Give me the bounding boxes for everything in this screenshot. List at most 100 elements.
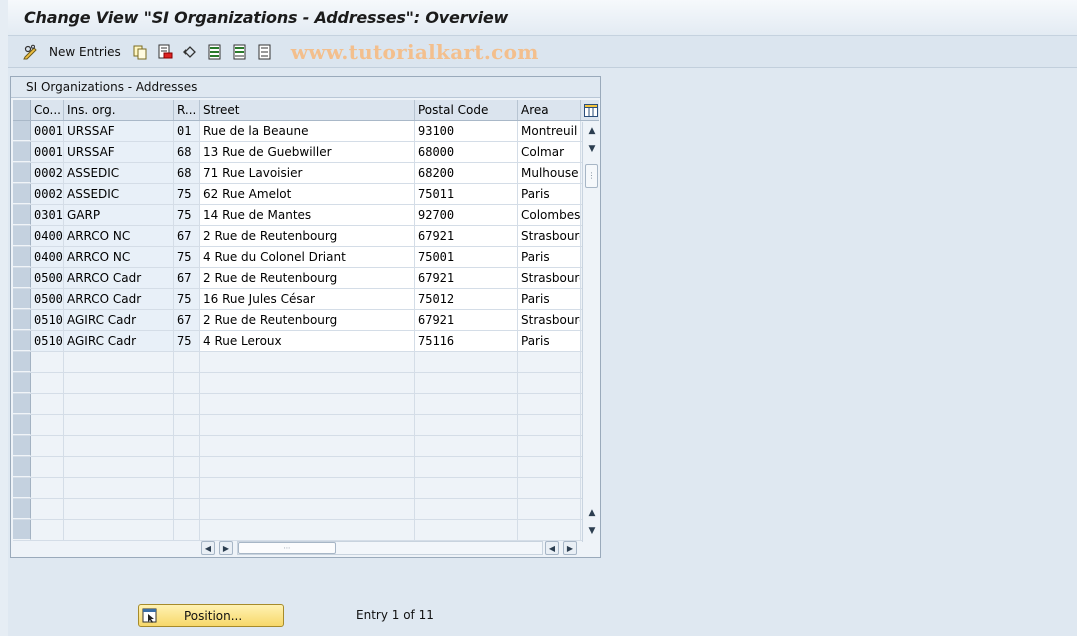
cell-area[interactable]: Paris — [518, 331, 581, 351]
cell-street[interactable]: 16 Rue Jules César — [200, 289, 415, 309]
table-row[interactable]: 0400 ARRCO NC 75 4 Rue du Colonel Driant 750… — [13, 247, 599, 268]
row-selector-button[interactable] — [13, 352, 31, 372]
vertical-scrollbar[interactable]: ▲ ▼ ⋮ ▲ ▼ — [582, 122, 599, 542]
cell-area[interactable]: Paris — [518, 184, 581, 204]
cell-area[interactable] — [518, 499, 581, 519]
cell-street[interactable]: 71 Rue Lavoisier — [200, 163, 415, 183]
row-selector-button[interactable] — [13, 247, 31, 267]
cell-street[interactable] — [200, 415, 415, 435]
row-selector-button[interactable] — [13, 457, 31, 477]
cell-street[interactable]: Rue de la Beaune — [200, 121, 415, 141]
row-selector-button[interactable] — [13, 121, 31, 141]
cell-street[interactable]: 14 Rue de Mantes — [200, 205, 415, 225]
empty-table-row[interactable] — [13, 436, 599, 457]
cell-area[interactable] — [518, 415, 581, 435]
cell-street[interactable] — [200, 520, 415, 540]
cell-area[interactable]: Mulhouse — [518, 163, 581, 183]
cell-street[interactable]: 4 Rue Leroux — [200, 331, 415, 351]
horizontal-scroll-track[interactable]: ⋯ — [237, 541, 543, 555]
cell-area[interactable]: Strasbourg — [518, 310, 581, 330]
cell-postal-code[interactable] — [415, 373, 518, 393]
empty-table-row[interactable] — [13, 478, 599, 499]
row-selector-button[interactable] — [13, 436, 31, 456]
empty-table-row[interactable] — [13, 520, 599, 541]
column-header-area[interactable]: Area — [518, 100, 581, 120]
column-header-ins-org[interactable]: Ins. org. — [64, 100, 174, 120]
vertical-scroll-thumb[interactable]: ⋮ — [585, 164, 598, 188]
cell-area[interactable] — [518, 373, 581, 393]
cell-postal-code[interactable] — [415, 457, 518, 477]
cell-street[interactable] — [200, 436, 415, 456]
cell-street[interactable] — [200, 394, 415, 414]
table-row[interactable]: 0400 ARRCO NC 67 2 Rue de Reutenbourg 67921 S… — [13, 226, 599, 247]
cell-area[interactable] — [518, 394, 581, 414]
select-all-button[interactable] — [204, 41, 226, 63]
cell-street[interactable]: 2 Rue de Reutenbourg — [200, 226, 415, 246]
column-header-region[interactable]: R... — [174, 100, 200, 120]
cell-postal-code[interactable]: 68000 — [415, 142, 518, 162]
cell-area[interactable] — [518, 352, 581, 372]
table-row[interactable]: 0001 URSSAF 68 13 Rue de Guebwiller 68000 Col… — [13, 142, 599, 163]
cell-area[interactable]: Strasbourg — [518, 226, 581, 246]
scroll-left-icon[interactable]: ▶ — [219, 541, 233, 555]
cell-area[interactable]: Paris — [518, 247, 581, 267]
cell-postal-code[interactable] — [415, 520, 518, 540]
row-selector-button[interactable] — [13, 520, 31, 540]
row-selector-button[interactable] — [13, 310, 31, 330]
table-row[interactable]: 0301 GARP 75 14 Rue de Mantes 92700 Colombes — [13, 205, 599, 226]
row-selector-button[interactable] — [13, 478, 31, 498]
cell-street[interactable] — [200, 373, 415, 393]
cell-postal-code[interactable]: 75012 — [415, 289, 518, 309]
new-entries-button[interactable]: New Entries — [49, 45, 121, 59]
cell-postal-code[interactable] — [415, 436, 518, 456]
scroll-up-icon[interactable]: ▲ — [585, 124, 599, 138]
row-selector-button[interactable] — [13, 205, 31, 225]
delete-button[interactable] — [154, 41, 176, 63]
empty-table-row[interactable] — [13, 415, 599, 436]
scroll-down-icon[interactable]: ▼ — [585, 524, 599, 538]
row-selector-button[interactable] — [13, 499, 31, 519]
table-row[interactable]: 0510 AGIRC Cadr 67 2 Rue de Reutenbourg 6792… — [13, 310, 599, 331]
select-block-button[interactable] — [229, 41, 251, 63]
cell-area[interactable] — [518, 520, 581, 540]
row-selector-button[interactable] — [13, 163, 31, 183]
table-row[interactable]: 0001 URSSAF 01 Rue de la Beaune 93100 Montreu… — [13, 121, 599, 142]
scroll-last-column-icon[interactable]: ▶ — [563, 541, 577, 555]
cell-area[interactable] — [518, 478, 581, 498]
cell-area[interactable]: Colombes — [518, 205, 581, 225]
cell-postal-code[interactable]: 75001 — [415, 247, 518, 267]
table-row[interactable]: 0500 ARRCO Cadr 67 2 Rue de Reutenbourg 6792… — [13, 268, 599, 289]
scroll-first-column-icon[interactable]: ◀ — [201, 541, 215, 555]
row-selector-button[interactable] — [13, 226, 31, 246]
table-row[interactable]: 0002 ASSEDIC 68 71 Rue Lavoisier 68200 Mulhou… — [13, 163, 599, 184]
empty-table-row[interactable] — [13, 499, 599, 520]
cell-postal-code[interactable]: 67921 — [415, 268, 518, 288]
cell-street[interactable] — [200, 457, 415, 477]
column-header-company[interactable]: Co... — [31, 100, 64, 120]
cell-street[interactable]: 2 Rue de Reutenbourg — [200, 310, 415, 330]
cell-postal-code[interactable] — [415, 415, 518, 435]
row-selector-button[interactable] — [13, 331, 31, 351]
cell-postal-code[interactable]: 68200 — [415, 163, 518, 183]
cell-street[interactable]: 62 Rue Amelot — [200, 184, 415, 204]
horizontal-scroll-thumb[interactable]: ⋯ — [238, 542, 336, 554]
cell-postal-code[interactable]: 67921 — [415, 310, 518, 330]
deselect-all-button[interactable] — [254, 41, 276, 63]
column-header-street[interactable]: Street — [200, 100, 415, 120]
cell-postal-code[interactable]: 75011 — [415, 184, 518, 204]
scroll-page-down-icon[interactable]: ▼ — [585, 142, 599, 156]
row-selector-button[interactable] — [13, 184, 31, 204]
cell-street[interactable] — [200, 352, 415, 372]
cell-postal-code[interactable] — [415, 499, 518, 519]
cell-street[interactable]: 2 Rue de Reutenbourg — [200, 268, 415, 288]
row-selector-button[interactable] — [13, 415, 31, 435]
cell-street[interactable]: 4 Rue du Colonel Driant — [200, 247, 415, 267]
table-settings-button[interactable] — [582, 100, 599, 121]
cell-street[interactable] — [200, 478, 415, 498]
column-header-postal-code[interactable]: Postal Code — [415, 100, 518, 120]
select-all-rows-button[interactable] — [13, 100, 31, 120]
table-row[interactable]: 0510 AGIRC Cadr 75 4 Rue Leroux 75116 Paris — [13, 331, 599, 352]
cell-street[interactable]: 13 Rue de Guebwiller — [200, 142, 415, 162]
scroll-page-up-icon[interactable]: ▲ — [585, 506, 599, 520]
cell-postal-code[interactable]: 92700 — [415, 205, 518, 225]
